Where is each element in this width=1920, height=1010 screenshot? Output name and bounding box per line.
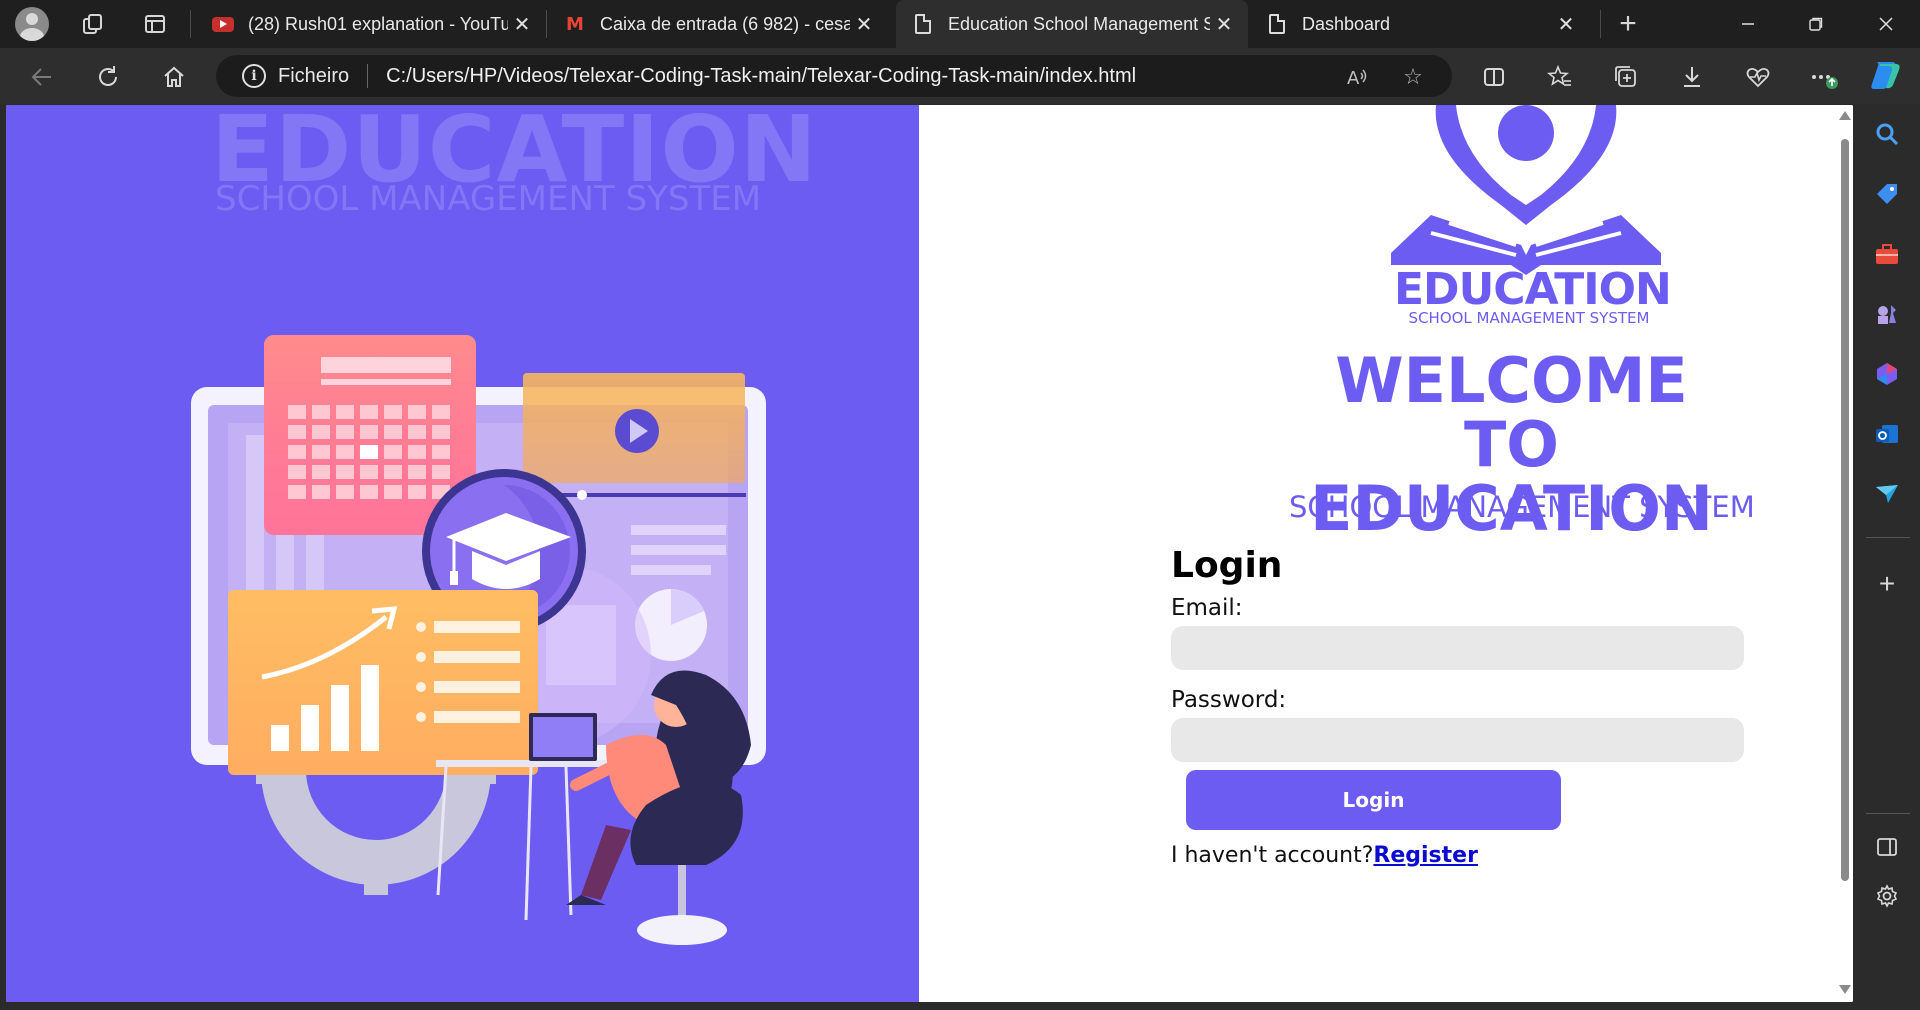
address-bar[interactable]: i Ficheiro C:/Users/HP/Videos/Telexar-Co…	[216, 55, 1452, 97]
refresh-icon[interactable]	[90, 59, 126, 95]
document-icon	[1266, 13, 1288, 35]
settings-gear-icon[interactable]	[1870, 879, 1904, 913]
copilot-icon[interactable]	[1866, 58, 1904, 92]
svg-text:A: A	[1347, 68, 1360, 89]
tools-briefcase-icon[interactable]	[1870, 237, 1904, 271]
login-form: Login Email: Password:	[1171, 542, 1751, 762]
login-button[interactable]: Login	[1186, 770, 1561, 830]
close-tab-icon[interactable]: ✕	[1552, 10, 1580, 38]
workspaces-icon[interactable]	[76, 7, 110, 41]
profile-avatar[interactable]	[15, 7, 49, 41]
scheme-label: Ficheiro	[278, 64, 350, 87]
close-tab-icon[interactable]: ✕	[1210, 10, 1238, 38]
close-tab-icon[interactable]: ✕	[508, 10, 536, 38]
tab-title: Caixa de entrada (6 982) - cesalt	[600, 13, 850, 34]
outlook-icon[interactable]	[1870, 417, 1904, 451]
document-icon	[912, 13, 934, 35]
tab-youtube[interactable]: (28) Rush01 explanation - YouTu ✕	[196, 0, 546, 48]
youtube-icon	[212, 13, 234, 35]
microsoft-365-icon[interactable]	[1870, 357, 1904, 391]
read-aloud-icon[interactable]: A	[1344, 64, 1370, 90]
minimize-icon[interactable]	[1714, 0, 1782, 48]
close-window-icon[interactable]	[1852, 0, 1920, 48]
browser-essentials-icon[interactable]	[1741, 60, 1775, 94]
send-plane-icon[interactable]	[1870, 477, 1904, 511]
shopping-tag-icon[interactable]	[1870, 177, 1904, 211]
email-label: Email:	[1171, 595, 1243, 621]
email-field[interactable]	[1171, 626, 1744, 670]
browser-tab-bar: (28) Rush01 explanation - YouTu ✕ M Caix…	[0, 0, 1920, 48]
tab-title: (28) Rush01 explanation - YouTu	[248, 13, 508, 34]
collections-icon[interactable]	[1609, 60, 1643, 94]
welcome-line-1: WELCOME TO	[1335, 344, 1688, 481]
favorite-star-icon[interactable]: ☆	[1400, 64, 1426, 90]
tab-education-active[interactable]: Education School Management S ✕	[896, 0, 1248, 48]
url-text[interactable]: C:/Users/HP/Videos/Telexar-Coding-Task-m…	[386, 65, 1136, 88]
scroll-down-arrow-icon[interactable]	[1839, 985, 1851, 994]
hide-sidebar-icon[interactable]	[1870, 830, 1904, 864]
games-icon[interactable]	[1870, 297, 1904, 331]
scrollbar-thumb[interactable]	[1841, 139, 1849, 881]
restore-icon[interactable]	[1782, 0, 1850, 48]
page-scrollbar[interactable]	[1836, 105, 1853, 1002]
site-info-icon[interactable]: i	[242, 64, 266, 88]
home-icon[interactable]	[156, 59, 192, 95]
education-dashboard-illustration	[191, 335, 766, 945]
illustration-panel: EDUCATION SCHOOL MANAGEMENT SYSTEM	[6, 105, 919, 1002]
login-heading: Login	[1171, 545, 1283, 586]
tab-title: Education School Management S	[948, 13, 1210, 34]
gmail-icon: M	[566, 13, 584, 35]
tab-dashboard[interactable]: Dashboard ✕	[1250, 0, 1590, 48]
register-link[interactable]: Register	[1373, 843, 1478, 868]
tab-title: Dashboard	[1302, 13, 1391, 34]
more-options-icon[interactable]	[1807, 60, 1841, 94]
register-prompt-line: I haven't account?Register	[1171, 843, 1478, 868]
password-field[interactable]	[1171, 718, 1744, 762]
education-logo-icon	[1391, 105, 1661, 275]
search-icon[interactable]	[1870, 117, 1904, 151]
tab-gmail[interactable]: M Caixa de entrada (6 982) - cesalt ✕	[548, 0, 888, 48]
scroll-up-arrow-icon[interactable]	[1839, 111, 1851, 120]
password-label: Password:	[1171, 687, 1287, 713]
logo-subtitle: SCHOOL MANAGEMENT SYSTEM	[1408, 309, 1650, 327]
login-panel: EDUCATION SCHOOL MANAGEMENT SYSTEM WELCO…	[919, 105, 1853, 1002]
split-screen-icon[interactable]	[1477, 60, 1511, 94]
vertical-tabs-icon[interactable]	[138, 7, 172, 41]
downloads-icon[interactable]	[1675, 60, 1709, 94]
favorites-icon[interactable]	[1543, 60, 1577, 94]
edge-sidebar: +	[1856, 105, 1920, 1010]
new-tab-icon[interactable]: +	[1611, 7, 1645, 41]
back-arrow-icon[interactable]	[24, 59, 60, 95]
close-tab-icon[interactable]: ✕	[850, 10, 878, 38]
browser-toolbar: i Ficheiro C:/Users/HP/Videos/Telexar-Co…	[0, 48, 1920, 104]
register-prompt: I haven't account?	[1171, 843, 1374, 868]
add-sidebar-app-icon[interactable]: +	[1870, 567, 1904, 601]
system-subtitle: SCHOOL MANAGEMENT SYSTEM	[1289, 490, 1755, 524]
page-viewport: EDUCATION SCHOOL MANAGEMENT SYSTEM EDUCA…	[6, 105, 1853, 1002]
